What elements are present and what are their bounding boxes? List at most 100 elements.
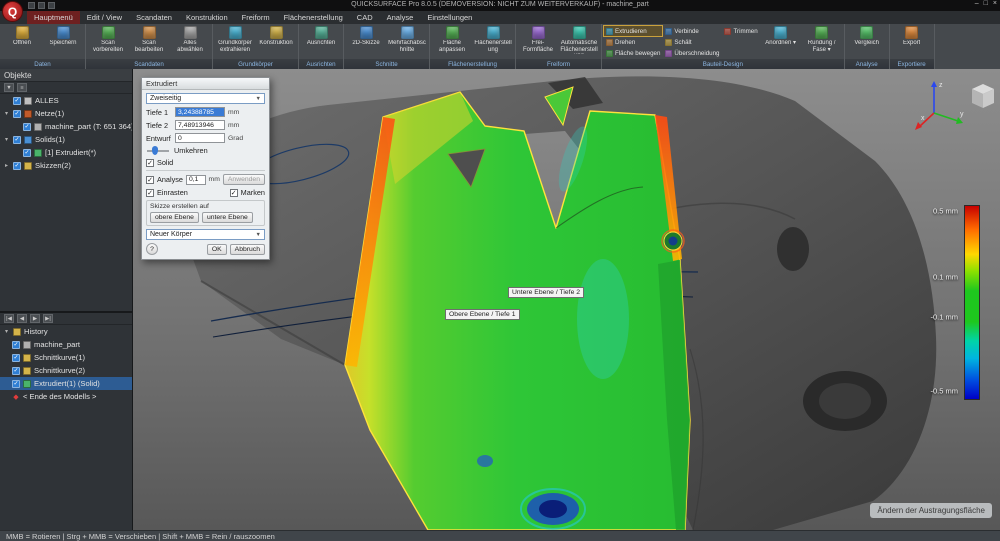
ribbon-button-fläche-bewegen[interactable]: Fläche bewegen xyxy=(604,48,662,58)
history-back-icon[interactable]: ◀ xyxy=(17,314,27,323)
depth1-input[interactable]: 3,24388785 xyxy=(175,107,225,117)
expand-icon[interactable]: ▾ xyxy=(3,328,10,335)
view-cube[interactable] xyxy=(972,84,994,108)
axis-triad[interactable]: z x y xyxy=(914,75,994,133)
history-item-ende-des-modells[interactable]: ◆< Ende des Modells > xyxy=(0,390,132,403)
analysis-checkbox[interactable]: ✓ xyxy=(146,176,154,184)
maximize-icon[interactable]: □ xyxy=(984,0,988,7)
body-select[interactable]: Neuer Körper ▼ xyxy=(146,229,265,240)
ribbon-button-export[interactable]: Export xyxy=(892,25,932,47)
analysis-tolerance-input[interactable]: 0,1 xyxy=(186,175,206,185)
menu-tab-freiform[interactable]: Freiform xyxy=(235,11,277,24)
snap-label: Einrasten xyxy=(157,188,188,197)
tree-item-solids-1[interactable]: ▾✓Solids(1) xyxy=(0,133,132,146)
menu-tab-scandaten[interactable]: Scandaten xyxy=(129,11,179,24)
ribbon-button-anordnen[interactable]: Anordnen ▾ xyxy=(761,25,801,47)
close-icon[interactable]: × xyxy=(993,0,997,7)
menu-tab-einstellungen[interactable]: Einstellungen xyxy=(420,11,479,24)
colorbar-label: -0.5 mm xyxy=(930,387,958,396)
checkbox-icon[interactable]: ✓ xyxy=(13,110,21,118)
history-item-machine-part[interactable]: ✓machine_part xyxy=(0,338,132,351)
history-last-icon[interactable]: ▶| xyxy=(43,314,53,323)
menu-tab-konstruktion[interactable]: Konstruktion xyxy=(179,11,235,24)
ribbon-button-überschneidung[interactable]: Überschneidung xyxy=(663,48,721,58)
menu-tab-analyse[interactable]: Analyse xyxy=(380,11,421,24)
history-item-label: Extrudiert(1) (Solid) xyxy=(34,379,100,388)
ribbon-button-automatische-flächenerstellung[interactable]: Automatische Flächenerstellung xyxy=(559,25,599,54)
ribbon-button-drehen[interactable]: Drehen xyxy=(604,37,662,47)
ribbon-button-grundkörper-extrahieren[interactable]: Grundkörper extrahieren xyxy=(215,25,255,53)
ribbon-button-scan-vorbereiten[interactable]: Scan vorbereiten xyxy=(88,25,128,53)
ribbon-button-öffnen[interactable]: Öffnen xyxy=(2,25,42,47)
tree-item-netze-1[interactable]: ▾✓Netze(1) xyxy=(0,107,132,120)
checkbox-icon[interactable]: ✓ xyxy=(12,367,20,375)
dialog-title[interactable]: Extrudiert xyxy=(142,78,269,90)
draft-input[interactable]: 0 xyxy=(175,133,225,143)
tree-item-skizzen-2[interactable]: ▸✓Skizzen(2) xyxy=(0,159,132,172)
expand-icon[interactable]: ▾ xyxy=(3,136,10,143)
minimize-icon[interactable]: – xyxy=(975,0,979,7)
solid-checkbox[interactable]: ✓ xyxy=(146,159,154,167)
left-panel: Objekte ▼≡ ✓ALLES▾✓Netze(1)✓machine_part… xyxy=(0,69,133,530)
tree-item-1-extrudiert[interactable]: ✓[1] Extrudiert(*) xyxy=(0,146,132,159)
checkbox-icon[interactable]: ✓ xyxy=(13,162,21,170)
expand-icon[interactable]: ▾ xyxy=(3,110,10,117)
ribbon-button-alles-abwählen[interactable]: Alles abwählen xyxy=(170,25,210,53)
ok-button[interactable]: OK xyxy=(207,244,227,255)
history-item-extrudiert-1-solid[interactable]: ✓ Extrudiert(1) (Solid) xyxy=(0,377,132,390)
plane-label-upper[interactable]: Obere Ebene / Tiefe 1 xyxy=(445,309,520,320)
ribbon-button-konstruktion[interactable]: Konstruktion xyxy=(256,25,296,47)
expand-icon[interactable]: ▸ xyxy=(3,162,10,169)
ribbon-button-rundung-fase[interactable]: Rundung / Fase ▾ xyxy=(802,25,842,53)
ribbon-button-speichern[interactable]: Speichern xyxy=(43,25,83,47)
ribbon-button-frei-formfläche[interactable]: Frei-Formfläche xyxy=(518,25,558,53)
history-root[interactable]: ▾History xyxy=(0,325,132,338)
tree-item-alles[interactable]: ✓ALLES xyxy=(0,94,132,107)
lower-plane-button[interactable]: untere Ebene xyxy=(202,212,253,223)
filter-icon[interactable]: ▼ xyxy=(4,83,14,92)
menu-tab-edit-view[interactable]: Edit / View xyxy=(80,11,129,24)
ribbon-button-trimmen[interactable]: Trimmen xyxy=(722,26,759,36)
ribbon-button-scan-bearbeiten[interactable]: Scan bearbeiten xyxy=(129,25,169,53)
slider-knob-icon[interactable] xyxy=(152,146,158,155)
ribbon-button-ausrichten[interactable]: Ausrichten xyxy=(301,25,341,47)
help-button[interactable]: ? xyxy=(146,243,158,255)
upper-plane-button[interactable]: obere Ebene xyxy=(150,212,199,223)
cancel-button[interactable]: Abbruch xyxy=(230,244,265,255)
ribbon-button-verbinde[interactable]: Verbinde xyxy=(663,26,721,36)
direction-select[interactable]: Zweiseitig ▼ xyxy=(146,93,265,104)
checkbox-icon[interactable]: ✓ xyxy=(23,123,31,131)
ribbon-button-extrudieren[interactable]: Extrudieren xyxy=(604,26,662,36)
marks-checkbox[interactable]: ✓ xyxy=(230,189,238,197)
ribbon-button-flächenerstellung[interactable]: Flächenerstellung xyxy=(473,25,513,53)
list-icon[interactable]: ≡ xyxy=(17,83,27,92)
app-logo[interactable]: Q xyxy=(2,1,23,22)
ribbon-button-mehrfachabschnitte[interactable]: Mehrfachabschnitte xyxy=(387,25,427,53)
reverse-slider[interactable] xyxy=(147,150,169,152)
ribbon-button-label: Überschneidung xyxy=(674,50,719,57)
ribbon-button-schält[interactable]: Schält xyxy=(663,37,721,47)
menu-tab-flächenerstellung[interactable]: Flächenerstellung xyxy=(277,11,350,24)
history-first-icon[interactable]: |◀ xyxy=(4,314,14,323)
history-forward-icon[interactable]: ▶ xyxy=(30,314,40,323)
ribbon-button-fläche-anpassen[interactable]: Fläche anpassen xyxy=(432,25,472,53)
ribbon-button-2d-skizze[interactable]: 2D-Skizze xyxy=(346,25,386,47)
history-item-schnittkurve-1[interactable]: ✓Schnittkurve(1) xyxy=(0,351,132,364)
plane-label-lower[interactable]: Untere Ebene / Tiefe 2 xyxy=(508,287,584,298)
ribbon-group-daten: ÖffnenSpeichernDaten xyxy=(0,24,86,69)
menu-tab-cad[interactable]: CAD xyxy=(350,11,380,24)
checkbox-icon[interactable]: ✓ xyxy=(13,97,21,105)
checkbox-icon[interactable]: ✓ xyxy=(23,149,31,157)
apply-button[interactable]: Anwenden xyxy=(223,174,265,185)
checkbox-icon[interactable]: ✓ xyxy=(12,354,20,362)
checkbox-icon[interactable]: ✓ xyxy=(12,380,20,388)
checkbox-icon[interactable]: ✓ xyxy=(13,136,21,144)
checkbox-icon[interactable]: ✓ xyxy=(12,341,20,349)
tree-item-machine-part-t-651-364[interactable]: ✓machine_part (T: 651 364) xyxy=(0,120,132,133)
menu-tab-hauptmenü[interactable]: Hauptmenü xyxy=(27,11,80,24)
ribbon-group-ausrichten: AusrichtenAusrichten xyxy=(299,24,344,69)
snap-checkbox[interactable]: ✓ xyxy=(146,189,154,197)
depth2-input[interactable]: 7,48913946 xyxy=(175,120,225,130)
history-item-schnittkurve-2[interactable]: ✓Schnittkurve(2) xyxy=(0,364,132,377)
ribbon-button-vergleich[interactable]: Vergleich xyxy=(847,25,887,47)
